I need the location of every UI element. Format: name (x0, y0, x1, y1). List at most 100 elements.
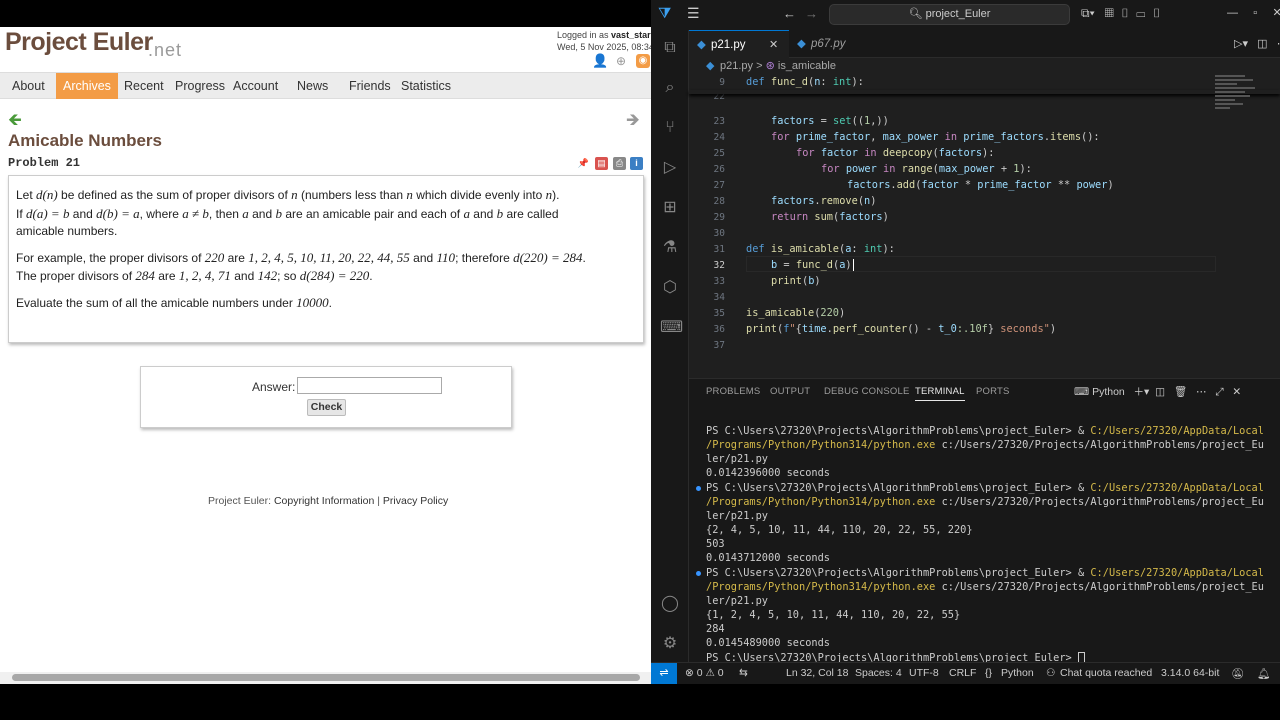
line-number: 32 (713, 260, 725, 271)
nav-friends[interactable]: Friends (342, 73, 398, 99)
tab-ports[interactable]: PORTS (976, 386, 1010, 397)
web-icon[interactable]: ⊕ (614, 54, 628, 68)
code-line[interactable]: for power in range(max_power + 1): (821, 163, 1032, 175)
site-footer: Project Euler: Copyright Information | P… (208, 495, 449, 507)
maximize-icon[interactable]: ▫ (1253, 7, 1257, 19)
encoding[interactable]: UTF-8 (909, 667, 939, 679)
toggle-sidebar-icon[interactable]: ▯ (1120, 6, 1129, 20)
cursor-position[interactable]: Ln 32, Col 18 (786, 667, 848, 679)
rss-icon[interactable]: ◉ (636, 54, 650, 68)
login-username[interactable]: vast_stars (611, 30, 651, 40)
explorer-icon[interactable]: ⧉ (660, 38, 680, 58)
code-line[interactable]: factors.add(factor * prime_factor ** pow… (847, 179, 1114, 191)
code-line[interactable]: is_amicable(220) (746, 307, 845, 319)
settings-gear-icon[interactable]: ⚙ (660, 634, 680, 654)
extensions-icon[interactable]: ⊞ (660, 198, 680, 218)
nav-statistics[interactable]: Statistics (394, 73, 458, 99)
remote-indicator-icon[interactable]: ⇌ (651, 663, 677, 684)
search-view-icon[interactable]: ⌕ (660, 78, 680, 98)
line-number: 24 (713, 132, 725, 143)
next-problem-arrow-icon[interactable]: 🡺 (626, 107, 640, 136)
bottom-panel: PROBLEMS OUTPUT DEBUG CONSOLE TERMINAL P… (689, 378, 1280, 665)
code-editor[interactable]: 9 def func_d(n: int): 22 23 factors = se… (689, 75, 1280, 353)
answer-input[interactable] (297, 377, 442, 394)
site-logo[interactable]: Project Euler (5, 28, 153, 57)
run-debug-icon[interactable]: ▷ (660, 158, 680, 178)
command-success-dot[interactable] (696, 571, 701, 576)
kill-terminal-icon[interactable]: 🗑︎ (1174, 386, 1187, 398)
code-line[interactable]: for prime_factor, max_power in prime_fac… (771, 131, 1100, 143)
nav-news[interactable]: News (290, 73, 335, 99)
pin-icon[interactable]: 📌 (577, 157, 590, 170)
port-forward-icon[interactable]: ⇆ (739, 667, 748, 679)
code-line[interactable]: print(b) (771, 275, 821, 287)
remote-icon[interactable]: ⌨ (660, 318, 683, 338)
terminal-profile[interactable]: Python (1092, 386, 1125, 398)
tab-output[interactable]: OUTPUT (770, 386, 810, 397)
split-editor-icon[interactable]: ◫ (1257, 38, 1267, 50)
copilot-status-icon[interactable]: ⚇ (1046, 667, 1055, 679)
tab-p67[interactable]: ◆ p67.py (789, 30, 879, 58)
nav-archives[interactable]: Archives (56, 73, 118, 99)
code-line[interactable]: factors.remove(n) (771, 195, 876, 207)
pdf-icon[interactable]: ▤ (595, 157, 608, 170)
problems-count[interactable]: ⊗ 0 ⚠ 0 (685, 667, 724, 679)
source-control-icon[interactable]: ⑂ (660, 118, 680, 138)
tab-debug-console[interactable]: DEBUG CONSOLE (824, 386, 909, 397)
problem-paragraph-1: Let d(n) be defined as the sum of proper… (16, 187, 560, 238)
nav-account[interactable]: Account (226, 73, 285, 99)
nav-progress[interactable]: Progress (168, 73, 232, 99)
python-interpreter[interactable]: 3.14.0 64-bit (1161, 667, 1219, 679)
scrollbar-thumb[interactable] (12, 674, 640, 681)
code-line[interactable]: for factor in deepcopy(factors): (796, 147, 994, 159)
code-line[interactable]: return sum(factors) (771, 211, 889, 223)
testing-icon[interactable]: ⚗ (660, 238, 680, 258)
back-arrow-icon[interactable]: ← (783, 6, 796, 21)
language-mode[interactable]: Python (1001, 667, 1034, 679)
no-notifications-icon[interactable]: 🔕︎ (1231, 667, 1244, 680)
line-ending[interactable]: CRLF (949, 667, 976, 679)
command-success-dot[interactable] (696, 486, 701, 491)
tab-problems[interactable]: PROBLEMS (706, 386, 760, 397)
close-tab-icon[interactable]: ✕ (769, 31, 778, 59)
close-window-icon[interactable]: ✕ (1272, 7, 1280, 19)
more-icon[interactable]: ⋯ (1196, 386, 1207, 398)
code-line[interactable]: print(f"{time.perf_counter() - t_0:.10f}… (746, 323, 1056, 335)
command-center-search[interactable]: 🔍︎ project_Euler (829, 4, 1070, 25)
accounts-icon[interactable]: ◯ (660, 594, 680, 614)
toggle-secondary-sidebar-icon[interactable]: ▯ (1152, 6, 1161, 20)
code-line[interactable]: factors = set((1,)) (771, 115, 889, 127)
close-panel-icon[interactable]: ✕ (1232, 386, 1241, 398)
tab-p21[interactable]: ◆ p21.py ✕ (689, 30, 789, 58)
check-button[interactable]: Check (307, 399, 346, 416)
new-terminal-icon[interactable]: ＋▾ (1134, 386, 1150, 398)
copyright-link[interactable]: Copyright Information (274, 495, 374, 507)
toggle-panel-icon[interactable]: ▭ (1136, 6, 1145, 20)
print-icon[interactable]: ⎙ (613, 157, 626, 170)
add-friend-icon[interactable]: 👤 (592, 54, 608, 68)
terminal-output[interactable]: PS C:\Users\27320\Projects\AlgorithmProb… (706, 424, 1276, 665)
info-icon[interactable]: i (630, 157, 643, 170)
chat-quota[interactable]: Chat quota reached (1060, 667, 1152, 679)
code-line[interactable]: def is_amicable(a: int): (746, 243, 895, 255)
run-file-icon[interactable]: ▷ (1234, 38, 1242, 50)
forward-arrow-icon[interactable]: → (805, 6, 818, 21)
nav-recent[interactable]: Recent (117, 73, 171, 99)
nav-about[interactable]: About (5, 73, 52, 99)
notifications-icon[interactable]: 🔔︎ (1257, 667, 1270, 680)
containers-icon[interactable]: ⬡ (660, 278, 680, 298)
split-terminal-icon[interactable]: ◫ (1155, 386, 1165, 398)
copilot-icon[interactable]: ⧉▾ (1081, 6, 1095, 20)
menu-icon[interactable]: ☰ (687, 5, 700, 22)
code-line-current[interactable]: b = func_d(a) (771, 259, 854, 271)
site-logo-suffix: .net (148, 40, 183, 60)
layout-icon[interactable]: ▦ (1105, 6, 1114, 20)
minimize-icon[interactable]: — (1227, 7, 1238, 19)
indentation[interactable]: Spaces: 4 (855, 667, 902, 679)
minimap[interactable] (1215, 75, 1260, 125)
privacy-link[interactable]: Privacy Policy (383, 495, 448, 507)
tab-terminal[interactable]: TERMINAL (915, 386, 965, 401)
maximize-panel-icon[interactable]: ⤢ (1215, 386, 1223, 398)
braces-icon[interactable]: {} (985, 667, 992, 679)
sticky-scroll-line[interactable]: def func_d(n: int): (746, 76, 864, 88)
